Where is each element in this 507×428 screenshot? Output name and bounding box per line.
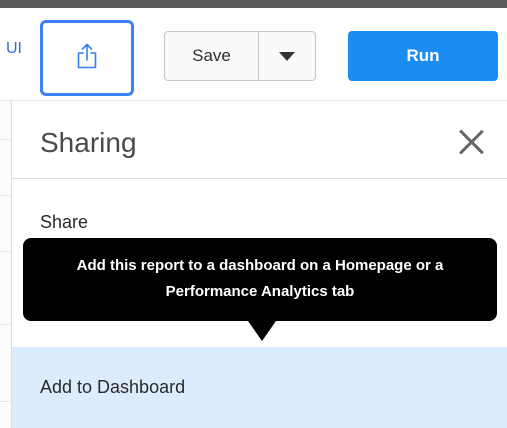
row-divider <box>0 324 12 325</box>
menu-item-add-to-dashboard[interactable]: Add to Dashboard <box>12 347 507 428</box>
row-divider <box>0 139 12 140</box>
run-button[interactable]: Run <box>348 31 498 81</box>
save-button-group: Save <box>164 31 316 81</box>
panel-title: Sharing <box>40 127 137 158</box>
row-divider <box>0 401 12 402</box>
panel-divider <box>12 178 507 179</box>
close-icon[interactable] <box>456 127 486 157</box>
save-options-button[interactable] <box>259 32 315 80</box>
save-button[interactable]: Save <box>165 32 259 80</box>
left-column-edge <box>0 101 12 428</box>
partial-toolbar-label[interactable]: UI <box>6 40 22 58</box>
share-button[interactable] <box>40 20 134 96</box>
menu-item-share[interactable]: Share <box>40 212 88 233</box>
caret-down-icon <box>279 51 295 61</box>
row-divider <box>0 251 12 252</box>
menu-item-label: Add to Dashboard <box>40 377 186 397</box>
tooltip: Add this report to a dashboard on a Home… <box>23 238 497 321</box>
share-upload-icon <box>76 43 98 74</box>
top-header-strip <box>0 0 507 8</box>
row-divider <box>0 195 12 196</box>
tooltip-arrow <box>248 321 276 341</box>
